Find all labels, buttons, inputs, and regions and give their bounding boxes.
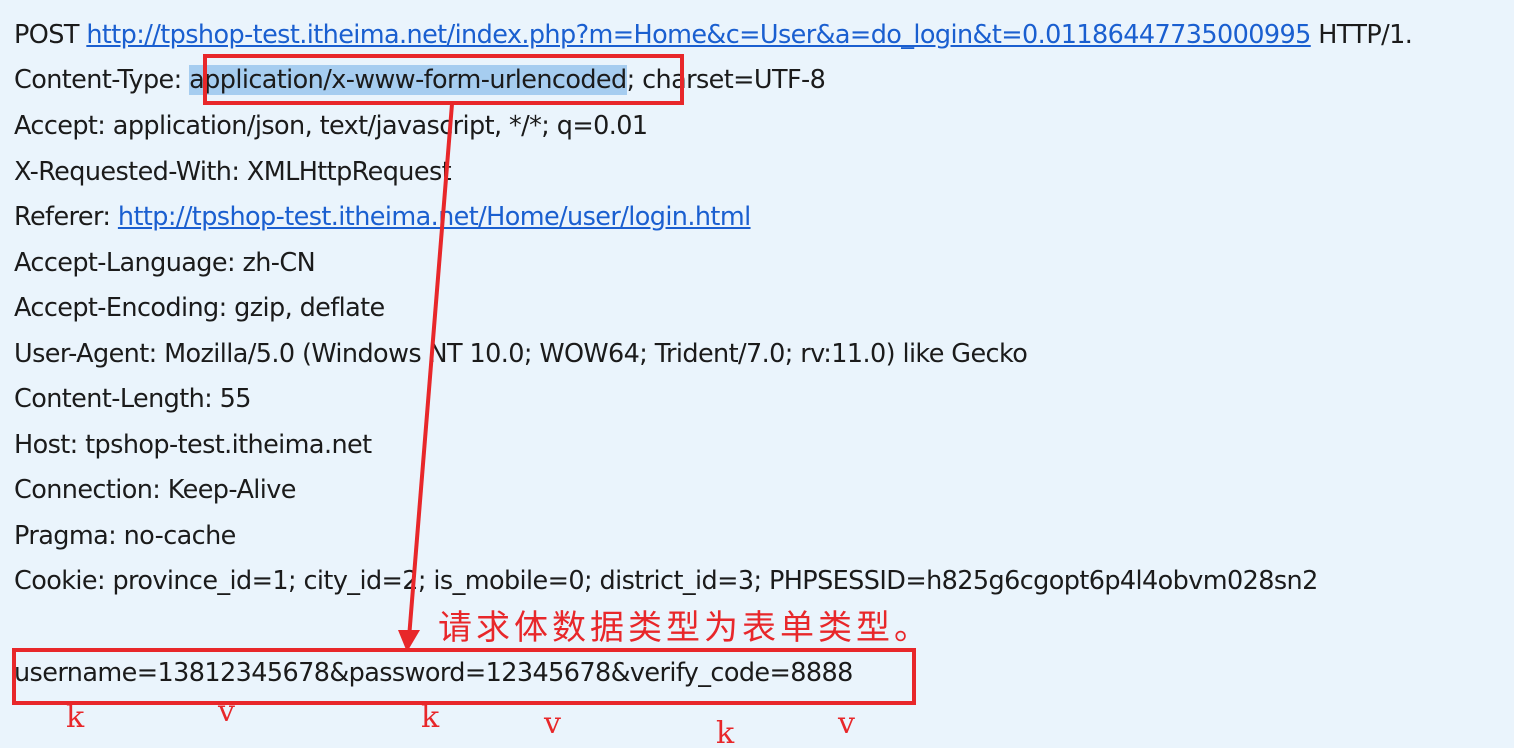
key-mark: k [421,700,440,735]
annotation-note: 请求体数据类型为表单类型。 [438,608,932,648]
value-mark: v [838,706,855,741]
value-mark: v [218,694,235,729]
key-mark: k [716,716,735,751]
value-mark: v [544,706,561,741]
key-mark: k [66,700,85,735]
